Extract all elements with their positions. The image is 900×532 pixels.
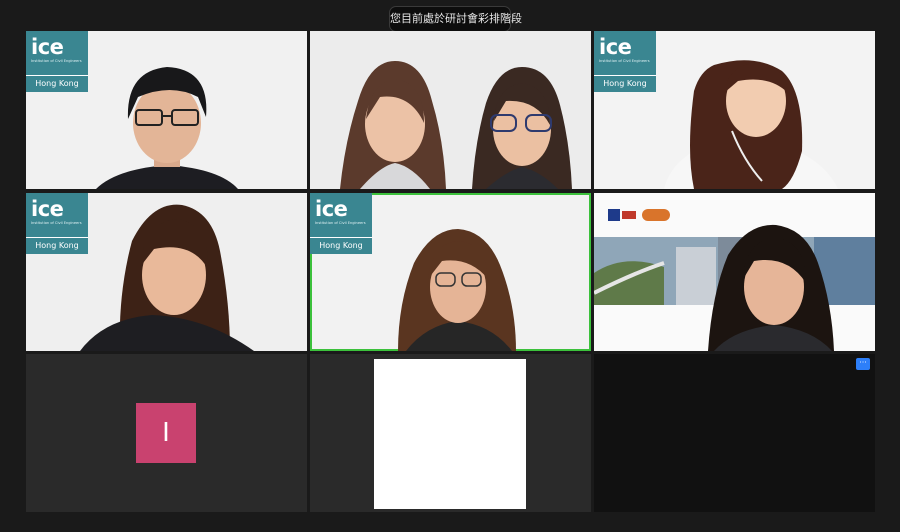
partner-logo-icon bbox=[642, 209, 670, 221]
ice-logo-text: ice bbox=[31, 35, 64, 59]
video-tile-participant-2[interactable] bbox=[310, 31, 591, 189]
organisation-logo-icon bbox=[608, 209, 620, 221]
video-tile-participant-8[interactable] bbox=[310, 354, 591, 512]
video-tile-empty bbox=[594, 354, 875, 512]
ice-region-label: Hong Kong bbox=[26, 237, 88, 254]
ice-logo-text: ice bbox=[599, 35, 632, 59]
ice-hong-kong-badge: ice Institution of Civil Engineers Hong … bbox=[310, 193, 372, 254]
ice-hong-kong-badge: ice Institution of Civil Engineers Hong … bbox=[26, 193, 88, 254]
video-tile-participant-7-video-off[interactable]: I bbox=[26, 354, 307, 512]
rehearsal-status-banner: 您目前處於研討會彩排階段 bbox=[389, 6, 522, 32]
video-tile-participant-4[interactable]: ice Institution of Civil Engineers Hong … bbox=[26, 193, 307, 351]
video-tile-participant-1[interactable]: ice Institution of Civil Engineers Hong … bbox=[26, 31, 307, 189]
video-tile-participant-3[interactable]: ice Institution of Civil Engineers Hong … bbox=[594, 31, 875, 189]
participant-video bbox=[594, 193, 875, 351]
ice-logo-subtext: Institution of Civil Engineers bbox=[31, 59, 82, 63]
video-tile-participant-5-active-speaker[interactable]: ice Institution of Civil Engineers Hong … bbox=[310, 193, 591, 351]
ellipsis-icon[interactable]: ··· bbox=[856, 358, 870, 370]
ice-logo-text: ice bbox=[31, 197, 64, 221]
ice-logo-subtext: Institution of Civil Engineers bbox=[31, 221, 82, 225]
participant-video bbox=[310, 31, 591, 189]
ice-region-label: Hong Kong bbox=[26, 75, 88, 92]
ice-hong-kong-badge: ice Institution of Civil Engineers Hong … bbox=[26, 31, 88, 92]
ice-logo-subtext: Institution of Civil Engineers bbox=[599, 59, 650, 63]
video-tile-participant-6-virtual-background[interactable] bbox=[594, 193, 875, 351]
ice-region-label: Hong Kong bbox=[594, 75, 656, 92]
ice-logo-text: ice bbox=[315, 197, 348, 221]
ice-region-label: Hong Kong bbox=[310, 237, 372, 254]
ice-logo-subtext: Institution of Civil Engineers bbox=[315, 221, 366, 225]
blank-video-feed bbox=[374, 359, 526, 509]
participant-initial-avatar: I bbox=[136, 403, 196, 463]
ice-hong-kong-badge: ice Institution of Civil Engineers Hong … bbox=[594, 31, 656, 92]
